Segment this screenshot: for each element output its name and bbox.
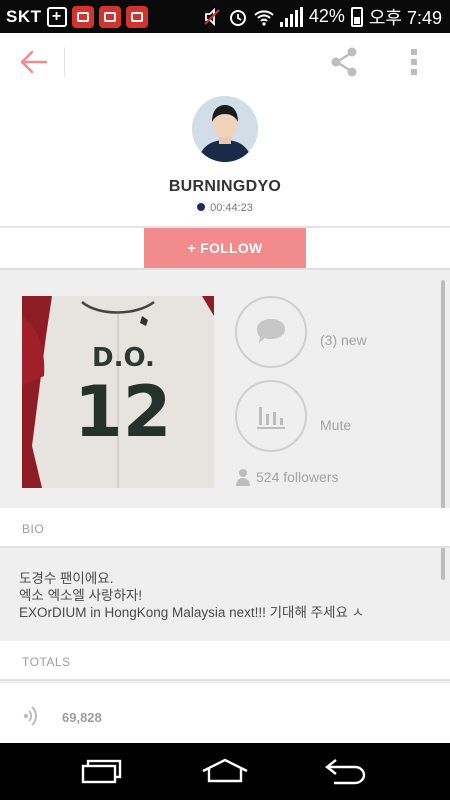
svg-text:D.O.: D.O. [92, 343, 155, 373]
bio-line: EXOrDIUM in HongKong Malaysia next!!! 기대… [19, 605, 365, 620]
totals-heading: TOTALS [22, 655, 71, 669]
broadcast-icon [23, 706, 38, 726]
app-notification-icon [98, 5, 121, 28]
more-vert-icon[interactable] [404, 46, 424, 78]
live-timer: 00:44:23 [0, 202, 450, 214]
app-bar [0, 33, 450, 91]
profile-photo[interactable]: D.O. 12 [22, 296, 214, 488]
recent-apps-icon[interactable] [80, 757, 124, 785]
home-icon[interactable] [200, 757, 250, 785]
followers-count[interactable]: 524 followers [236, 468, 339, 486]
wifi-icon [254, 9, 274, 26]
alarm-clock-icon [229, 9, 246, 26]
bio-heading: BIO [22, 522, 45, 536]
messages-button[interactable] [235, 296, 307, 368]
battery-percent: 42% [308, 6, 345, 26]
back-nav-icon[interactable] [322, 757, 370, 785]
mute-button[interactable] [235, 380, 307, 452]
equalizer-icon [257, 407, 285, 429]
carrier-label: SKT [6, 6, 42, 26]
follow-button[interactable]: + FOLLOW [144, 228, 306, 268]
navigation-bar [0, 743, 450, 800]
new-messages-label: (3) new [320, 332, 367, 348]
app-notification-icon [71, 5, 94, 28]
status-bar: SKT + 42% 오후 7:49 [0, 0, 450, 33]
battery-icon [350, 6, 363, 27]
profile-content: D.O. 12 (3) new Mute 524 followers BIO 도… [0, 268, 450, 743]
svg-text:12: 12 [74, 371, 171, 453]
bio-line: 엑소 엑소엘 사랑하자! [19, 588, 143, 603]
totals-row: 69,828 [0, 683, 450, 743]
clock: 오후 7:49 [368, 7, 442, 28]
back-arrow-icon[interactable] [18, 47, 50, 77]
bio-header: BIO [0, 508, 450, 548]
bio-text: 도경수 팬이에요. 엑소 엑소엘 사랑하자! EXOrDIUM in HongK… [19, 570, 439, 621]
plus-notification-icon: + [46, 6, 67, 27]
share-icon[interactable] [328, 46, 360, 78]
status-dot [197, 203, 206, 211]
plays-count: 69,828 [62, 710, 102, 725]
avatar[interactable] [192, 96, 258, 162]
live-time: 00:44:23 [210, 202, 253, 214]
mute-status-icon [204, 7, 220, 26]
person-icon [236, 469, 250, 486]
chat-bubble-icon [257, 319, 285, 343]
follow-bar: + FOLLOW [0, 226, 450, 268]
username: BURNINGDYO [168, 178, 282, 195]
bio-line: 도경수 팬이에요. [19, 571, 114, 586]
app-notification-icon [125, 5, 148, 28]
mute-label[interactable]: Mute [320, 417, 351, 433]
totals-header: TOTALS [0, 641, 450, 681]
signal-strength-icon [279, 6, 303, 27]
divider [64, 47, 65, 77]
followers-label: 524 followers [256, 469, 339, 485]
